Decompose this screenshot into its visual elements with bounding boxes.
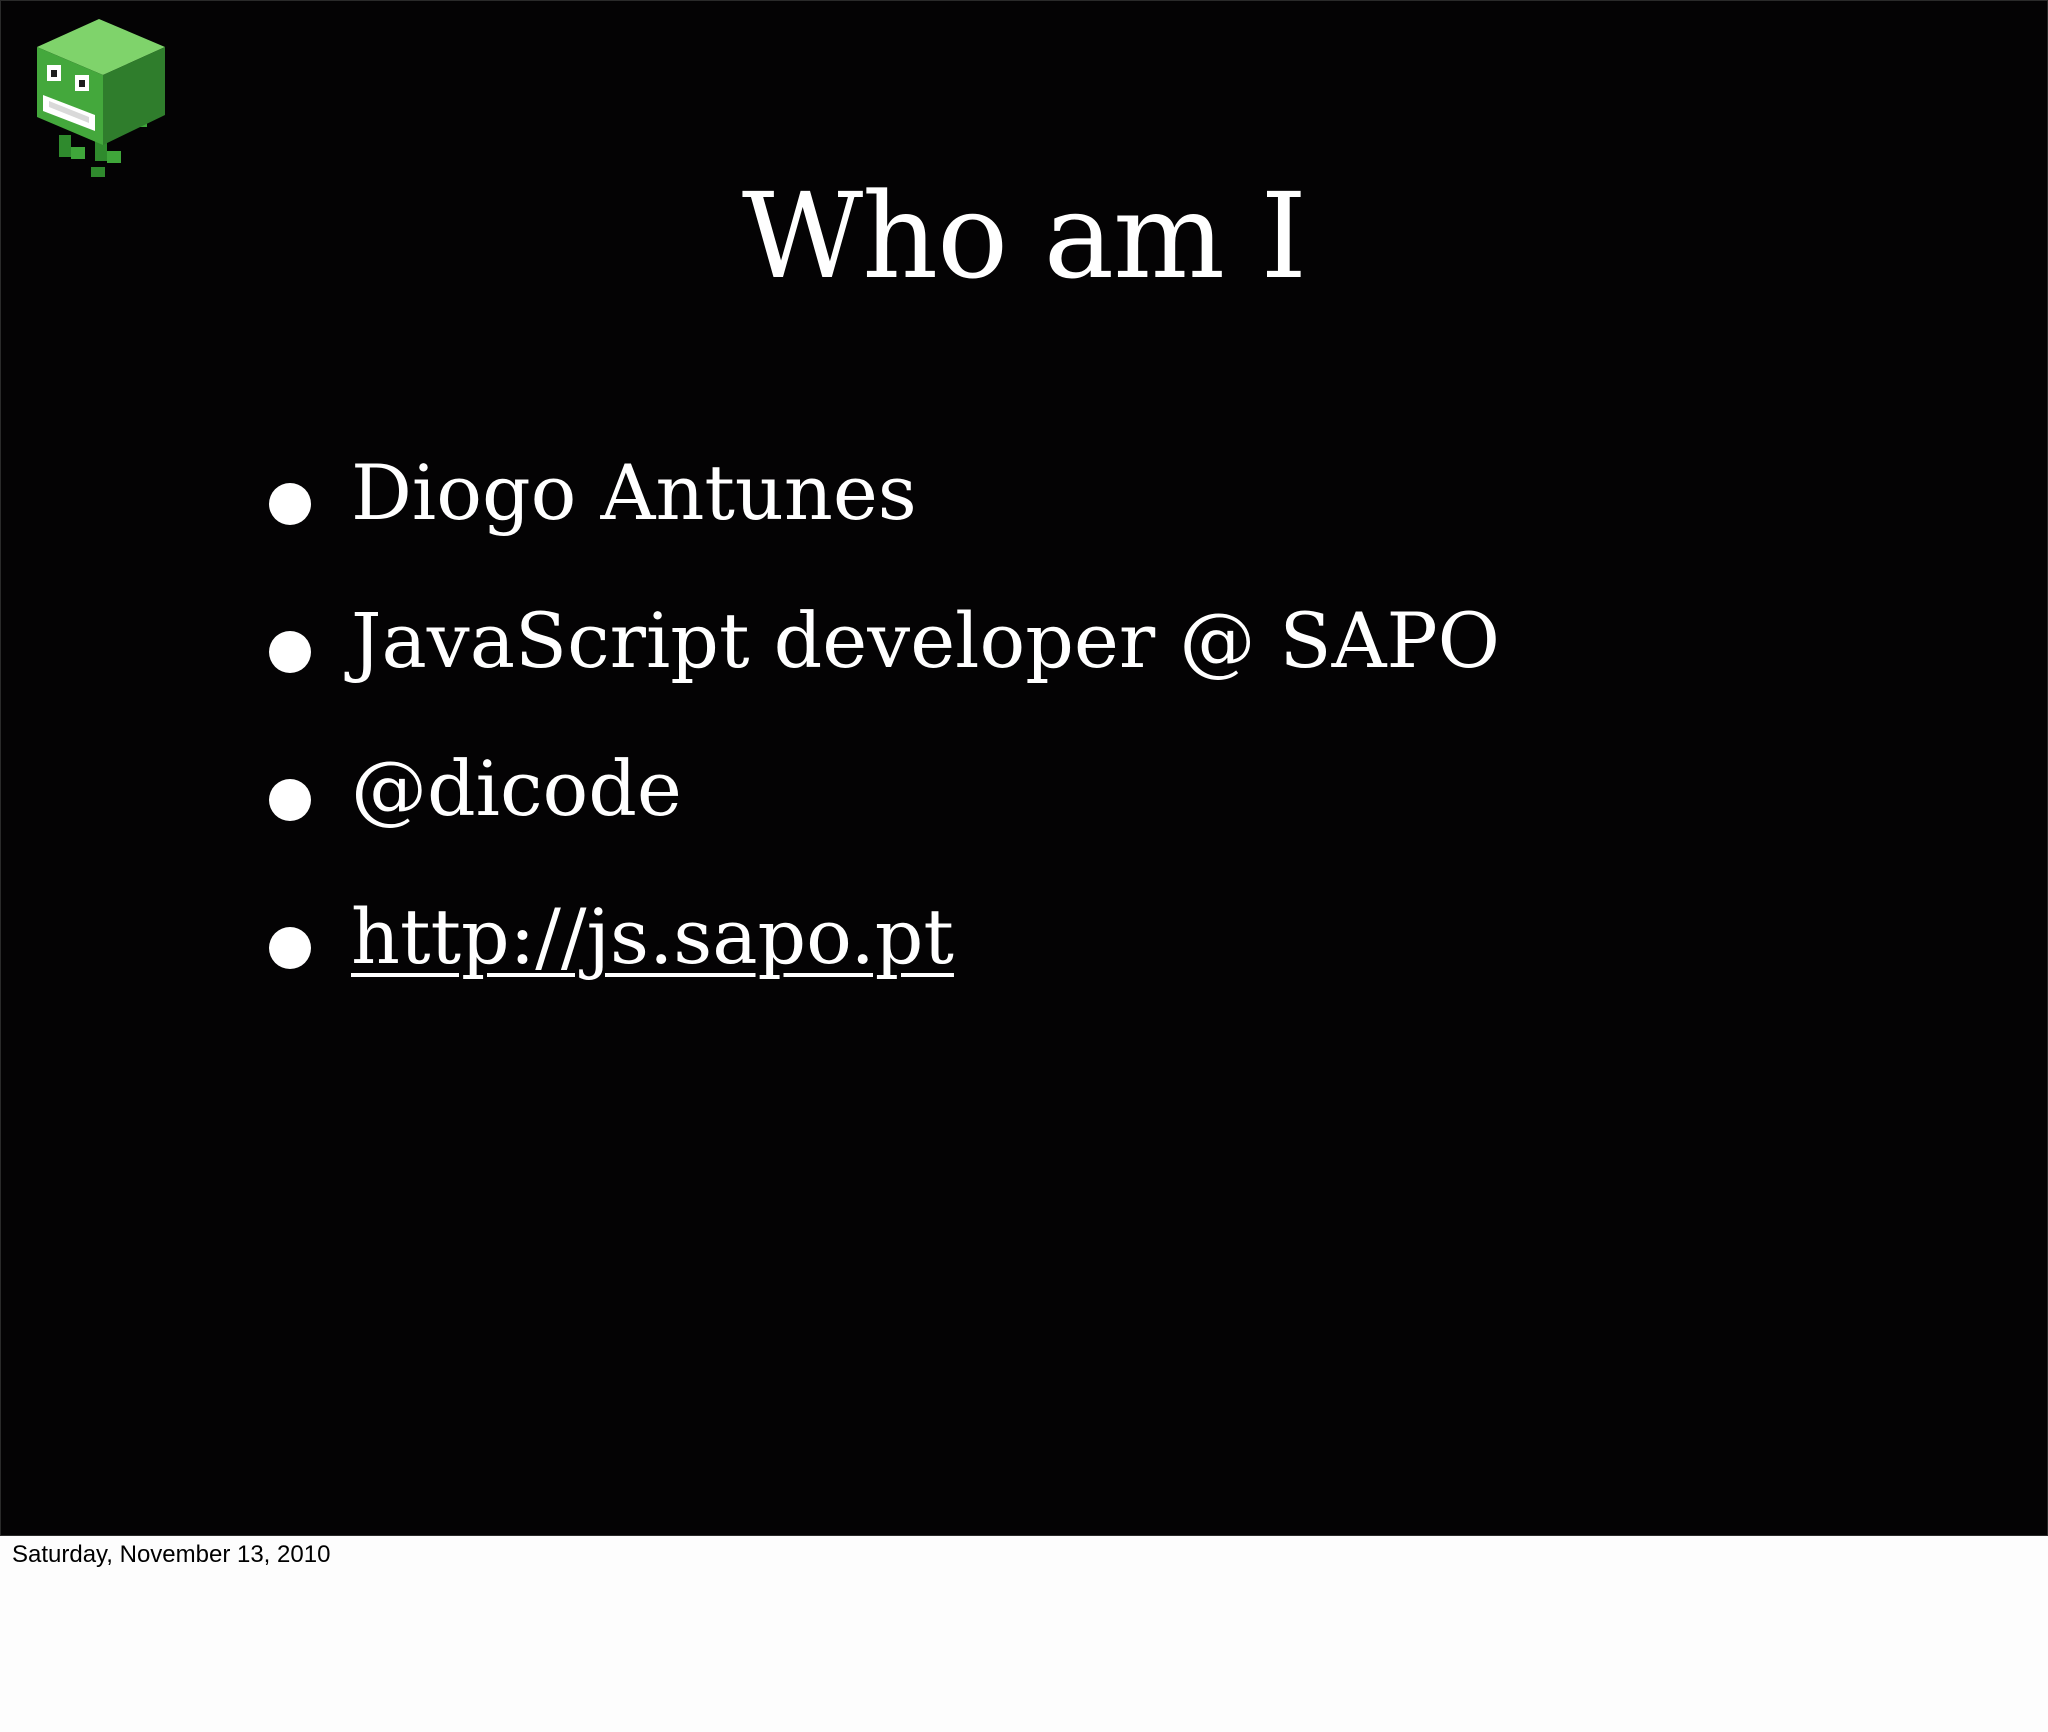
bullet-dot: [269, 927, 311, 969]
bullet-dot: [269, 631, 311, 673]
green-cube-monster-icon: [31, 17, 171, 177]
bullet-text: Diogo Antunes: [351, 448, 917, 537]
slide: Who am I Diogo Antunes JavaScript develo…: [0, 0, 2048, 1536]
bullet-text: JavaScript developer @ SAPO: [351, 596, 1500, 685]
slide-title: Who am I: [741, 167, 1307, 305]
logo-graphic: [37, 19, 165, 177]
bullet-dot: [269, 779, 311, 821]
bullet-text: @dicode: [351, 744, 682, 833]
website-link[interactable]: http://js.sapo.pt: [351, 887, 954, 987]
bullet-dot: [269, 483, 311, 525]
footer-date: Saturday, November 13, 2010: [12, 1541, 331, 1568]
